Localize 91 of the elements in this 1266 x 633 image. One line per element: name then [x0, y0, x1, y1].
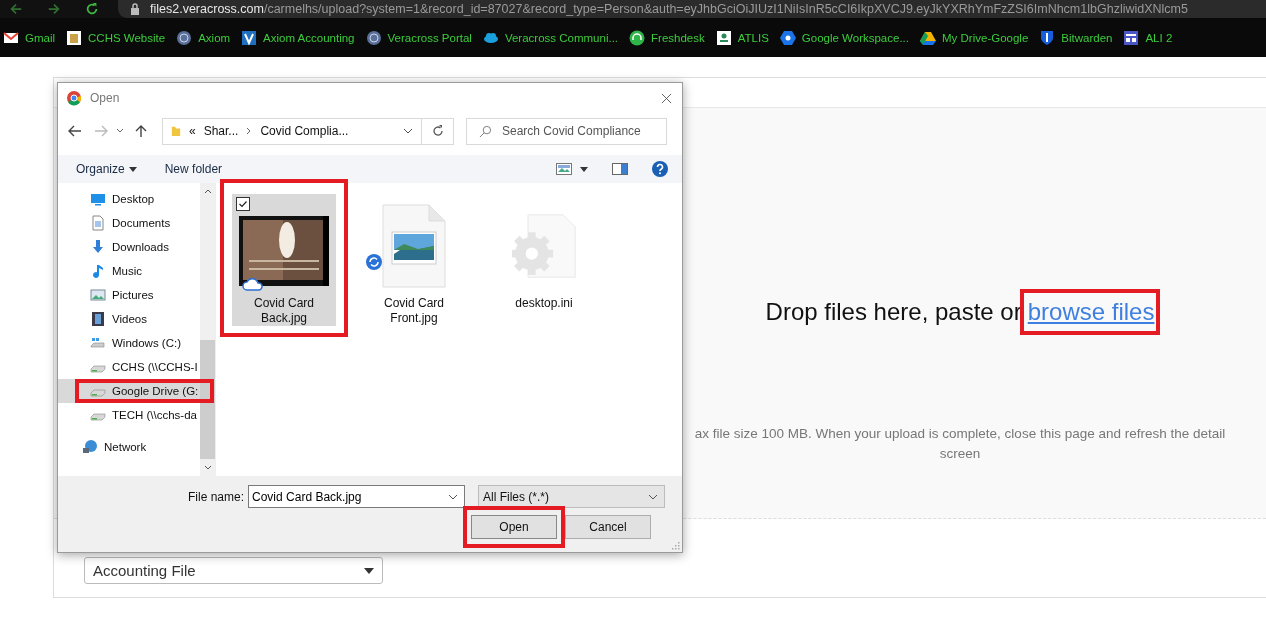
caret-icon: [364, 567, 374, 574]
hexagon-icon: [779, 29, 796, 46]
up-arrow-icon[interactable]: [134, 124, 148, 138]
person-icon: [715, 29, 732, 46]
layout-icon: [1123, 29, 1140, 46]
film-icon: [90, 311, 106, 327]
nav-item[interactable]: Pictures: [58, 283, 200, 307]
bookmark[interactable]: Freshdesk: [629, 29, 705, 46]
dialog-button[interactable]: Open: [471, 515, 557, 539]
chevron-down-icon: [648, 493, 659, 500]
bookmark[interactable]: ATLIS: [715, 29, 769, 46]
reload-icon[interactable]: [84, 2, 100, 16]
desktop-icon: [90, 191, 106, 207]
nav-item[interactable]: Music: [58, 259, 200, 283]
letter-icon: [241, 29, 258, 46]
view-options-icon[interactable]: [556, 163, 572, 175]
lock-icon: [130, 3, 140, 15]
bookmark[interactable]: Bitwarden: [1039, 29, 1113, 46]
search-field[interactable]: Search Covid Compliance: [466, 117, 667, 145]
image-file-icon: [382, 204, 446, 288]
file-item[interactable]: desktop.ini: [492, 194, 596, 326]
file-name-input[interactable]: Covid Card Back.jpg: [249, 488, 443, 505]
preview-pane-icon[interactable]: [612, 163, 628, 175]
bookmark[interactable]: Veracross Portal: [365, 29, 472, 46]
spiral-icon: [365, 29, 382, 46]
caret-icon[interactable]: [580, 166, 588, 172]
network-icon: [82, 439, 98, 455]
dialog-title: Open: [90, 91, 120, 105]
url-text: files2.veracross.com/carmelhs/upload?system=1&record_id=87027&record_type=Person&auth=eyJhbGciOiJIUzI1NiIsInR5cCI6IkpXVCJ9.eyJkYXRhYmFzZSI6ImNhcm1lbGhzliwidXNlcm5: [150, 2, 1188, 16]
bookmark[interactable]: CCHS Website: [66, 29, 166, 46]
search-input[interactable]: Search Covid Compliance: [500, 123, 664, 139]
triangle-icon: [920, 29, 936, 46]
file-name-field[interactable]: Covid Card Back.jpg: [248, 485, 466, 508]
file-item[interactable]: Covid Card Front.jpg: [362, 194, 466, 326]
nav-item[interactable]: Desktop: [58, 187, 200, 211]
back-icon[interactable]: [68, 124, 82, 138]
nav-item[interactable]: TECH (\\cchs-da: [58, 403, 200, 427]
path-field[interactable]: « Shar... Covid Complia...: [162, 117, 422, 145]
music-note-icon: [90, 263, 106, 279]
nav-item[interactable]: Videos: [58, 307, 200, 331]
dialog-button[interactable]: Cancel: [565, 515, 651, 539]
drive-icon: [90, 335, 106, 351]
new-folder-button[interactable]: New folder: [164, 162, 223, 176]
scrollbar[interactable]: [200, 183, 215, 476]
bookmark[interactable]: Google Workspace...: [779, 29, 909, 46]
nav-item[interactable]: Documents: [58, 211, 200, 235]
close-icon[interactable]: [661, 92, 672, 104]
folder-icon: [171, 124, 181, 138]
help-icon[interactable]: [652, 161, 668, 177]
file-type-dropdown[interactable]: Accounting File: [84, 557, 383, 584]
checkbox[interactable]: [236, 197, 250, 211]
refresh-icon: [430, 124, 445, 138]
bookmark[interactable]: ALI 2: [1123, 29, 1173, 46]
document-icon: [90, 215, 106, 231]
chevron-down-icon[interactable]: [448, 493, 459, 500]
picture-icon: [90, 287, 106, 303]
refresh-button[interactable]: [422, 117, 454, 145]
upload-note: ax file size 100 MB. When your upload is complete, close this page and refresh the detail screen: [693, 425, 1227, 463]
spiral-icon: [176, 29, 193, 46]
caret-icon: [128, 166, 137, 172]
drop-instruction: Drop files here, paste or: [765, 298, 1022, 326]
nav-item[interactable]: Windows (C:): [58, 331, 200, 355]
chevron-right-icon: [246, 127, 253, 135]
shield-icon: [1039, 29, 1056, 46]
chevron-down-icon[interactable]: [116, 128, 124, 134]
nav-item[interactable]: CCHS (\\CCHS-I: [58, 355, 200, 379]
search-icon: [479, 124, 492, 138]
bookmark[interactable]: Axiom: [176, 29, 231, 46]
file-name-label: File name:: [188, 489, 245, 504]
crest-icon: [66, 29, 83, 46]
browse-files-link[interactable]: browse files: [1027, 298, 1155, 325]
nav-item[interactable]: Downloads: [58, 235, 200, 259]
scroll-up-icon[interactable]: [203, 189, 212, 194]
organize-menu[interactable]: Organize: [76, 162, 137, 176]
chevron-down-icon[interactable]: [403, 128, 413, 134]
headset-icon: [629, 29, 646, 46]
bookmark[interactable]: My Drive-Google: [920, 29, 1029, 46]
browser-logo-icon: [66, 90, 82, 106]
bookmark[interactable]: Gmail: [3, 29, 56, 46]
bookmark[interactable]: Axiom Accounting: [241, 29, 355, 46]
download-icon: [90, 239, 106, 255]
file-item[interactable]: Covid Card Back.jpg: [232, 194, 336, 326]
mail-icon: [3, 29, 19, 46]
forward-icon[interactable]: [46, 2, 62, 16]
address-bar[interactable]: files2.veracross.com/carmelhs/upload?system=1&record_id=87027&record_type=Person&auth=eyJhbGciOiJIUzI1NiIsInR5cCI6IkpXVCJ9.eyJkYXRhYmFzZSI6ImNhcm1lbGhzliwidXNlcm5: [118, 0, 1266, 18]
bookmark[interactable]: Veracross Communi...: [482, 29, 619, 46]
checkmark-icon: [238, 199, 248, 209]
file-type-filter[interactable]: All Files (*.*): [478, 485, 666, 508]
nav-item[interactable]: Network: [58, 435, 200, 459]
scroll-down-icon[interactable]: [203, 465, 212, 470]
resize-grip-icon[interactable]: [670, 540, 680, 550]
